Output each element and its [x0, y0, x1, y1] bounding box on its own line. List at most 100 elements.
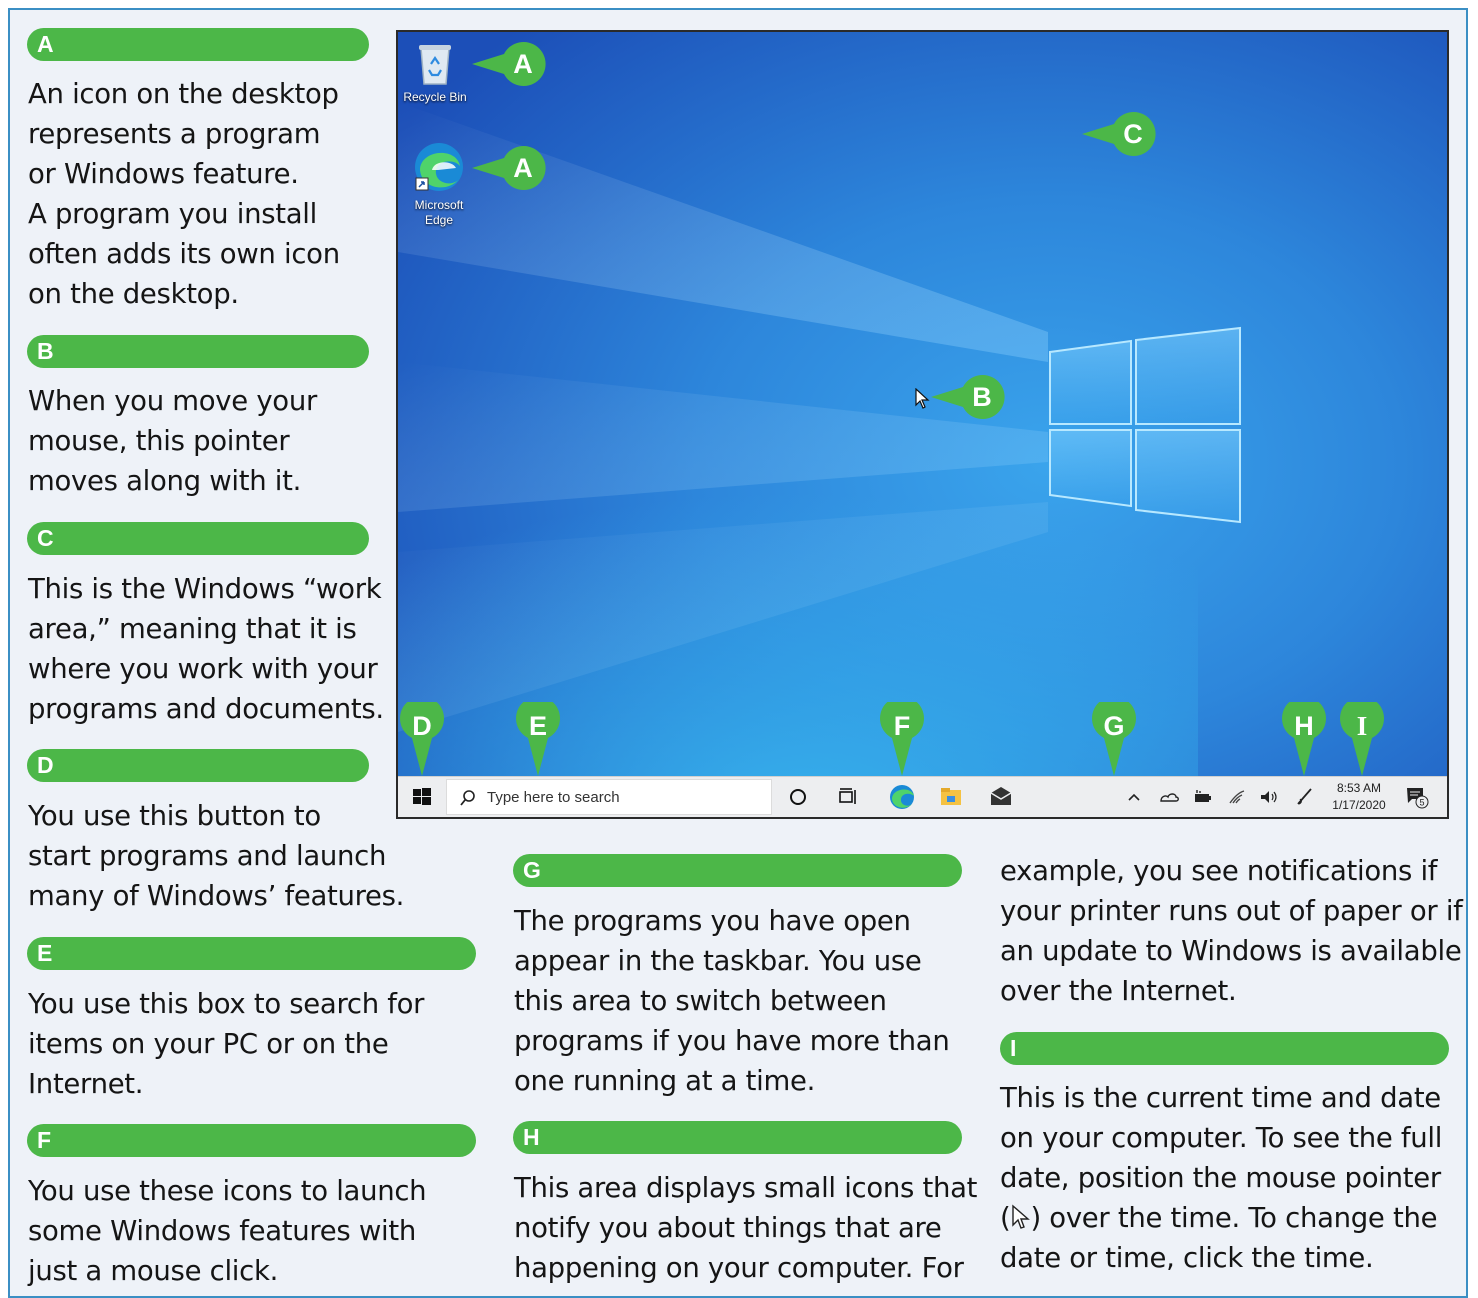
callout-letter: H	[1294, 711, 1314, 741]
legend-line: on the desktop.	[28, 278, 239, 310]
show-hidden-icons-icon[interactable]	[1126, 785, 1142, 809]
cortana-icon[interactable]	[786, 785, 810, 809]
recycle-bin-label: Recycle Bin	[403, 90, 467, 104]
legend-line: You use this box to search for	[28, 988, 425, 1020]
legend-line: appear in the taskbar. You use	[514, 945, 922, 977]
callout-a-recycle-bin: A	[472, 42, 546, 86]
clock-time: 8:53 AM	[1336, 781, 1382, 795]
legend-line: on your computer. To see the full	[1000, 1122, 1443, 1154]
edge-icon	[415, 143, 463, 191]
legend-text-h-part1: This area displays small icons that notif…	[514, 1168, 977, 1288]
legend-header-h: H	[513, 1121, 962, 1154]
callout-i-clock: I	[1340, 702, 1384, 776]
legend-line: just a mouse click.	[28, 1255, 279, 1287]
desktop-screenshot: Recycle Bin Microsoft Edge Type here to …	[396, 30, 1449, 819]
battery-icon[interactable]	[1192, 785, 1214, 809]
legend-line: You use this button to	[28, 800, 321, 832]
desktop-icon-edge[interactable]: Microsoft Edge	[402, 140, 476, 228]
search-box[interactable]: Type here to search	[446, 779, 772, 815]
page: A An icon on the desktop represents a pro…	[0, 0, 1478, 1298]
legend-line: mouse, this pointer	[28, 425, 290, 457]
callout-letter: F	[894, 711, 911, 741]
legend-letter: F	[37, 1127, 52, 1153]
legend-line: A program you install	[28, 198, 317, 230]
desktop-icon-recycle-bin[interactable]: Recycle Bin	[402, 40, 468, 105]
network-icon[interactable]	[1226, 785, 1248, 809]
action-center-icon[interactable]: 5	[1404, 784, 1430, 810]
callout-letter: I	[1357, 711, 1368, 741]
legend-letter: B	[37, 338, 54, 364]
legend-line: many of Windows’ features.	[28, 880, 405, 912]
edge-taskbar-icon[interactable]	[888, 783, 916, 811]
legend-line: an update to Windows is available	[1000, 935, 1462, 967]
mouse-pointer-icon	[1012, 1204, 1031, 1229]
callout-h-notification-area: H	[1282, 702, 1326, 776]
search-placeholder: Type here to search	[487, 789, 620, 806]
legend-header-i: I	[1000, 1032, 1449, 1065]
legend-text-g: The programs you have open appear in the …	[514, 901, 950, 1101]
legend-text-b: When you move your mouse, this pointer mov…	[28, 381, 317, 501]
callout-g-taskbar: G	[1092, 702, 1136, 776]
legend-line: your printer runs out of paper or if	[1000, 895, 1463, 927]
legend-header-g: G	[513, 854, 962, 887]
volume-icon[interactable]	[1258, 785, 1280, 809]
mail-icon[interactable]	[988, 784, 1014, 810]
legend-letter: A	[37, 31, 54, 57]
onedrive-icon[interactable]	[1158, 785, 1180, 809]
legend-line: You use these icons to launch	[28, 1175, 427, 1207]
clock-date: 1/17/2020	[1332, 798, 1386, 812]
legend-letter: C	[37, 525, 54, 551]
legend-header-d: D	[27, 749, 369, 782]
legend-line: date, position the mouse pointer	[1000, 1162, 1441, 1194]
notification-count: 5	[1419, 798, 1424, 808]
legend-line: start programs and launch	[28, 840, 387, 872]
legend-line: This is the Windows “work	[28, 573, 382, 605]
file-explorer-icon[interactable]	[938, 784, 964, 810]
legend-line: one running at a time.	[514, 1065, 816, 1097]
callout-d-start: D	[400, 702, 444, 776]
pen-workspace-icon[interactable]	[1294, 785, 1316, 809]
legend-text-c: This is the Windows “work area,” meaning …	[28, 569, 384, 729]
legend-line: This area displays small icons that	[514, 1172, 978, 1204]
legend-header-c: C	[27, 522, 369, 555]
legend-text-e: You use this box to search for items on y…	[28, 984, 424, 1104]
legend-text-f: You use these icons to launch some Window…	[28, 1171, 427, 1291]
callout-letter: D	[412, 711, 432, 741]
legend-text-a: An icon on the desktop represents a progr…	[28, 74, 340, 314]
legend-line: Internet.	[28, 1068, 144, 1100]
legend-text-i: This is the current time and date on your…	[1000, 1078, 1442, 1278]
taskbar: Type here to search 8:53 AM 1/17/2020 5	[398, 776, 1447, 817]
callout-letter: A	[513, 153, 533, 183]
mouse-pointer-icon	[915, 388, 930, 409]
legend-line: often adds its own icon	[28, 238, 340, 270]
desktop-wallpaper	[398, 32, 1447, 817]
callout-c-work-area: C	[1082, 112, 1156, 156]
legend-line: date or time, click the time.	[1000, 1242, 1374, 1274]
legend-line: This is the current time and date	[1000, 1082, 1441, 1114]
edge-label-line2: Edge	[424, 213, 454, 227]
legend-fragment: ) over the time. To change the	[1030, 1202, 1438, 1234]
legend-line: happening on your computer. For	[514, 1252, 964, 1284]
callout-b-pointer: B	[931, 375, 1005, 419]
clock[interactable]: 8:53 AM 1/17/2020	[1327, 780, 1391, 814]
legend-letter: E	[37, 940, 53, 966]
callout-letter: A	[513, 49, 533, 79]
legend-line: example, you see notifications if	[1000, 855, 1438, 887]
callout-letter: G	[1103, 711, 1124, 741]
callout-letter: C	[1123, 119, 1143, 149]
task-view-icon[interactable]	[836, 785, 860, 809]
windows-logo	[1049, 326, 1241, 524]
start-button[interactable]	[410, 785, 434, 809]
callout-letter: B	[972, 382, 992, 412]
legend-line: programs if you have more than	[514, 1025, 950, 1057]
search-icon	[460, 790, 475, 806]
legend-line: over the Internet.	[1000, 975, 1237, 1007]
legend-text-h-part2: example, you see notifications if your pr…	[1000, 851, 1463, 1011]
callout-a-edge: A	[472, 146, 546, 190]
legend-header-f: F	[27, 1124, 476, 1157]
legend-line: programs and documents.	[28, 693, 384, 725]
legend-line: items on your PC or on the	[28, 1028, 389, 1060]
legend-line: represents a program	[28, 118, 321, 150]
legend-header-e: E	[27, 937, 476, 970]
callout-e-search: E	[516, 702, 560, 776]
